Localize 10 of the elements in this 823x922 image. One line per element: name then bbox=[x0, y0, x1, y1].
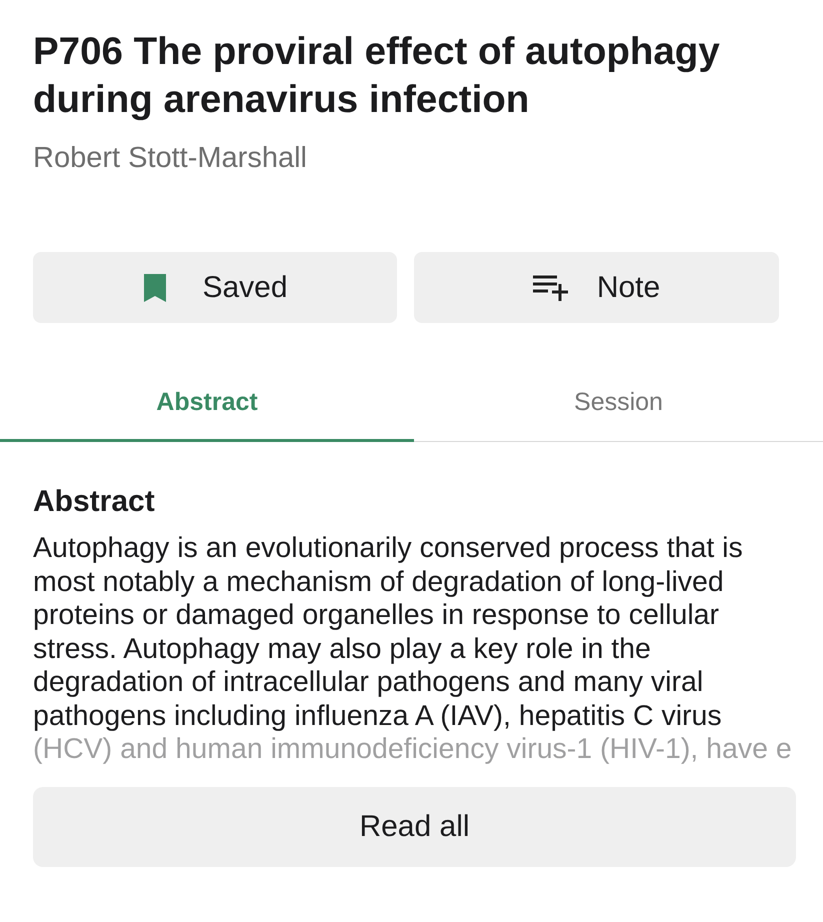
note-button[interactable]: Note bbox=[414, 252, 779, 323]
abstract-text: Autophagy is an evolutionarily conserved process that is most notably a mechanism of degradation of long-lived proteins or damaged organelles in response to cellular stress. Autophagy may also play a key role in the degradation of intracellular pathogens and many viral pathogens including influenza A (IAV), hepatitis C virus (HCV) and human immunodeficiency virus-1 (HIV-1), have e bbox=[33, 532, 793, 766]
save-button[interactable]: Saved bbox=[33, 252, 397, 323]
tab[interactable]: Abstract bbox=[0, 366, 414, 442]
poster-title: P706 The proviral effect of autophagy during arenavirus infection bbox=[33, 29, 721, 123]
list-add-icon bbox=[532, 274, 569, 300]
read-all-button[interactable]: Read all bbox=[33, 786, 796, 866]
section-heading: Abstract bbox=[33, 484, 156, 520]
author-name: Robert Stott-Marshall bbox=[33, 141, 308, 176]
tab[interactable]: Session bbox=[414, 366, 823, 442]
